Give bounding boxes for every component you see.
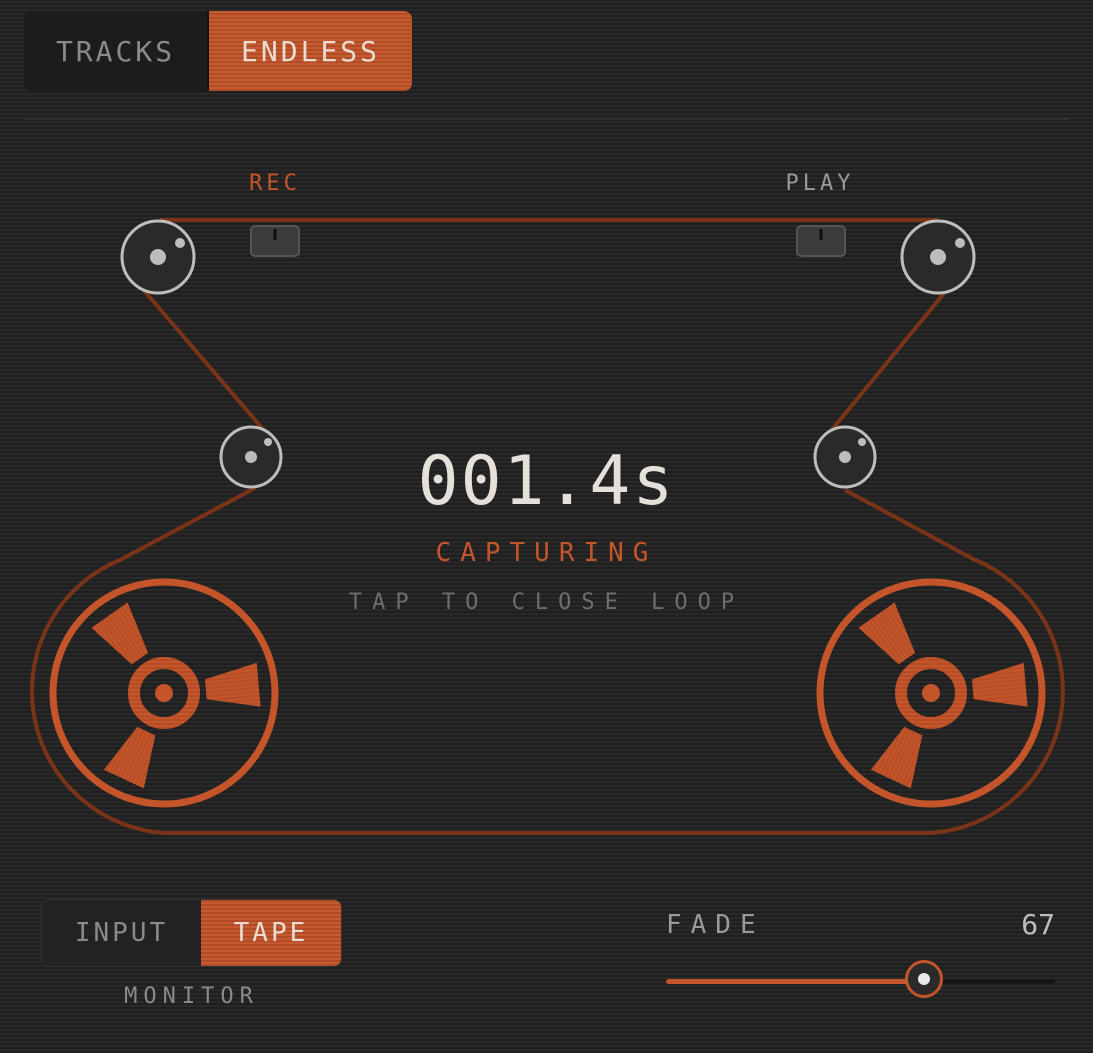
- fade-slider-fill: [666, 979, 927, 984]
- play-head-icon[interactable]: [796, 225, 846, 257]
- close-loop-hint[interactable]: TAP TO CLOSE LOOP: [0, 590, 1093, 615]
- time-readout[interactable]: 001.4s: [0, 442, 1093, 521]
- fade-label: FADE: [666, 910, 765, 940]
- tape-transport[interactable]: [0, 0, 1093, 1053]
- status-label: CAPTURING: [435, 538, 658, 568]
- fade-slider-thumb[interactable]: [905, 960, 943, 998]
- reel-icon[interactable]: [816, 578, 1046, 808]
- monitor-tape-button[interactable]: TAPE: [200, 900, 341, 966]
- monitor-caption: MONITOR: [124, 984, 259, 1009]
- fade-slider[interactable]: [666, 960, 1055, 998]
- monitor-input-button[interactable]: INPUT: [42, 900, 201, 966]
- rec-head-icon[interactable]: [250, 225, 300, 257]
- guide-roller-icon: [120, 219, 196, 295]
- guide-roller-icon: [900, 219, 976, 295]
- monitor-switch: INPUT TAPE: [41, 899, 342, 967]
- fade-value: 67: [1021, 908, 1055, 941]
- reel-icon[interactable]: [49, 578, 279, 808]
